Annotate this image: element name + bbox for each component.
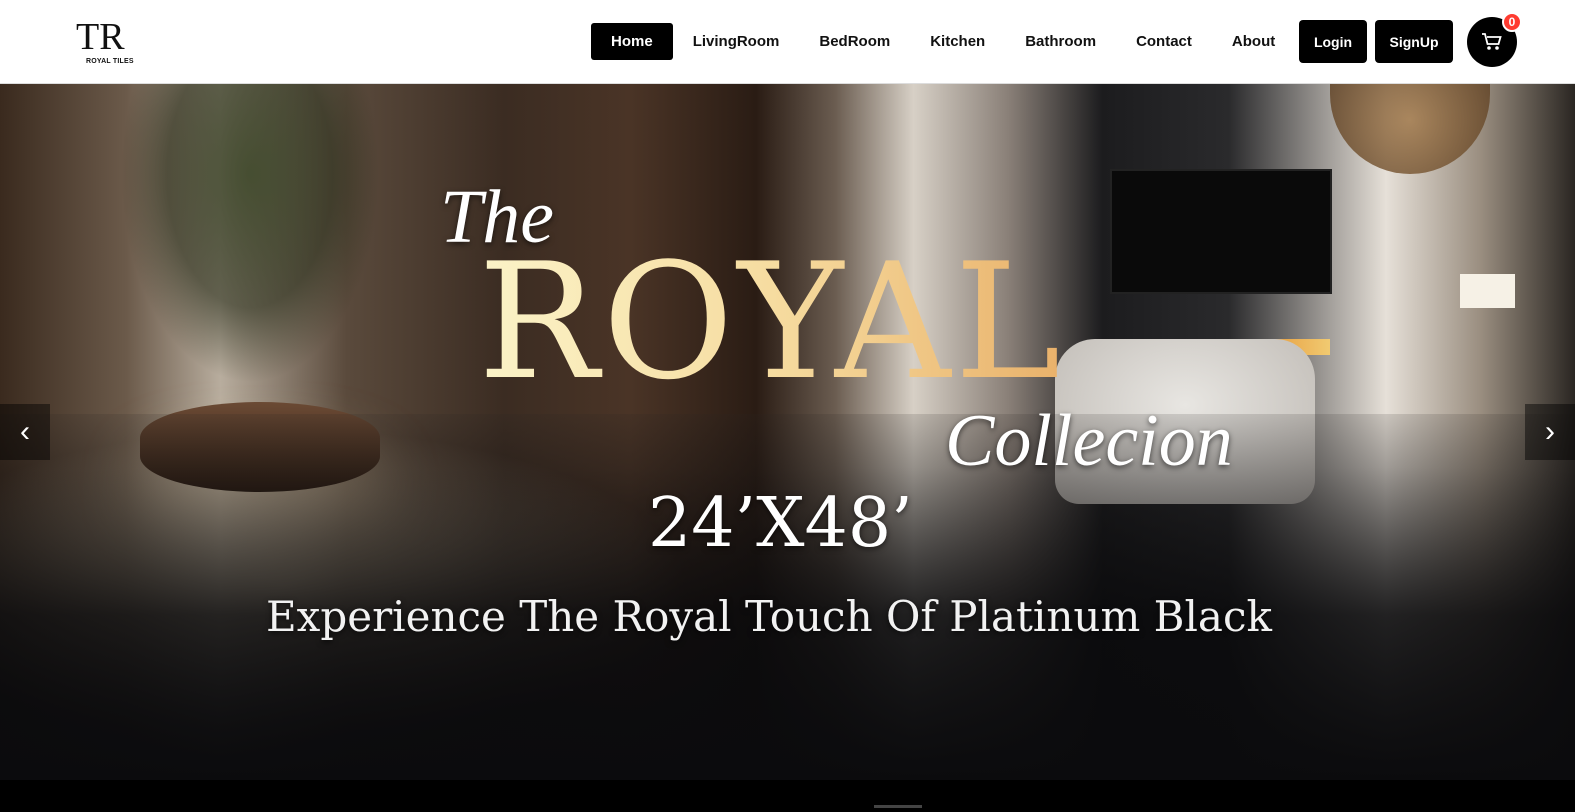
brand-logo[interactable]: TR ROYAL TILES <box>76 18 138 70</box>
nav-item-kitchen[interactable]: Kitchen <box>910 23 1005 60</box>
top-navbar: TR ROYAL TILES Home LivingRoom BedRoom K… <box>0 0 1575 84</box>
signup-button[interactable]: SignUp <box>1375 20 1453 63</box>
cart-count-badge: 0 <box>1502 12 1522 32</box>
chevron-right-icon: › <box>1545 415 1555 448</box>
chevron-left-icon: ‹ <box>20 415 30 448</box>
hero-royal-title: ROYAL <box>478 228 1065 415</box>
carousel-prev-button[interactable]: ‹ <box>0 404 50 460</box>
hero-tagline: Experience The Royal Touch Of Platinum B… <box>266 592 1272 641</box>
hero-collection: Collecion <box>945 400 1233 482</box>
nav-item-about[interactable]: About <box>1212 23 1295 60</box>
hero-size: 24’X48’ <box>648 484 913 563</box>
hero-carousel: The ROYAL Collecion 24’X48’ Experience T… <box>0 84 1575 780</box>
carousel-next-button[interactable]: › <box>1525 404 1575 460</box>
nav-item-bathroom[interactable]: Bathroom <box>1005 23 1116 60</box>
bottom-strip <box>0 780 1575 812</box>
main-nav: Home LivingRoom BedRoom Kitchen Bathroom… <box>591 23 1295 60</box>
nav-item-livingroom[interactable]: LivingRoom <box>673 23 800 60</box>
login-button[interactable]: Login <box>1299 20 1367 63</box>
cart-icon <box>1482 33 1502 50</box>
nav-item-bedroom[interactable]: BedRoom <box>799 23 910 60</box>
hero-caption: The ROYAL Collecion 24’X48’ Experience T… <box>0 84 1575 780</box>
carousel-indicator[interactable] <box>874 805 922 808</box>
nav-item-home[interactable]: Home <box>591 23 673 60</box>
logo-text: ROYAL TILES <box>86 58 134 65</box>
logo-mark: TR <box>76 16 125 58</box>
nav-item-contact[interactable]: Contact <box>1116 23 1212 60</box>
